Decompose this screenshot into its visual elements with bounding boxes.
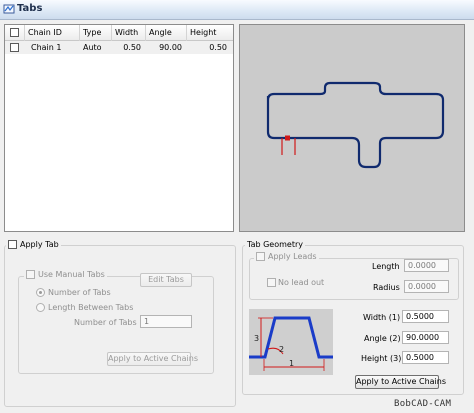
cell-width: 0.50 <box>123 43 141 52</box>
tabs-window-icon <box>3 4 15 14</box>
diagram-label-height: 3 <box>254 334 259 343</box>
no-lead-out-label: No lead out <box>278 278 325 287</box>
use-manual-tabs-label: Use Manual Tabs <box>38 270 105 279</box>
diagram-label-angle: 2 <box>279 345 284 354</box>
cell-chain-id: Chain 1 <box>31 43 62 52</box>
table-row[interactable]: Chain 1 Auto 0.50 90.00 0.50 <box>5 41 233 54</box>
angle-input[interactable]: 90.0000 <box>402 331 449 344</box>
toolpath-preview <box>239 24 465 232</box>
width-label: Width (1) <box>363 313 401 322</box>
apply-tab-header: Apply Tab <box>6 239 61 251</box>
chains-grid: Chain ID Type Width Angle Height Chain 1… <box>4 24 234 232</box>
chain-path <box>266 81 445 169</box>
number-of-tabs-radio-label: Number of Tabs <box>48 288 111 297</box>
length-input[interactable]: 0.0000 <box>404 259 449 272</box>
cell-angle: 90.00 <box>159 43 182 52</box>
cell-type: Auto <box>83 43 102 52</box>
select-all-checkbox[interactable] <box>10 28 19 37</box>
use-manual-tabs-header: Use Manual Tabs <box>24 269 107 281</box>
angle-label: Angle (2) <box>364 334 401 343</box>
apply-leads-label: Apply Leads <box>268 252 317 261</box>
diagram-label-width: 1 <box>289 359 294 368</box>
grid-header: Chain ID Type Width Angle Height <box>5 25 233 41</box>
column-header-type[interactable]: Type <box>80 25 112 41</box>
header-select-cell <box>5 25 25 41</box>
number-of-tabs-field-label: Number of Tabs <box>74 318 137 327</box>
width-input[interactable]: 0.5000 <box>402 310 449 323</box>
number-of-tabs-radio[interactable] <box>36 288 45 297</box>
row-select-checkbox[interactable] <box>10 43 19 52</box>
radius-input[interactable]: 0.0000 <box>404 280 449 293</box>
tab-geometry-title: Tab Geometry <box>245 239 305 251</box>
use-manual-tabs-checkbox[interactable] <box>26 270 35 279</box>
height-label: Height (3) <box>361 354 402 363</box>
title-bar: Tabs <box>0 0 474 20</box>
no-lead-out-checkbox[interactable] <box>267 278 276 287</box>
number-of-tabs-input[interactable]: 1 <box>140 315 192 328</box>
column-header-angle[interactable]: Angle <box>146 25 187 41</box>
length-between-tabs-label: Length Between Tabs <box>48 303 134 312</box>
apply-leads-checkbox[interactable] <box>256 252 265 261</box>
column-header-width[interactable]: Width <box>112 25 146 41</box>
length-label: Length <box>372 262 400 271</box>
apply-leads-header: Apply Leads <box>254 251 319 263</box>
window-title: Tabs <box>17 3 43 14</box>
edit-tabs-button[interactable]: Edit Tabs <box>140 273 192 287</box>
chain-start-marker <box>285 135 290 141</box>
apply-tab-checkbox[interactable] <box>8 240 17 249</box>
column-header-height[interactable]: Height <box>187 25 233 41</box>
height-input[interactable]: 0.5000 <box>402 351 449 364</box>
column-header-chain-id[interactable]: Chain ID <box>25 25 80 41</box>
radius-label: Radius <box>373 283 400 292</box>
apply-tab-label: Apply Tab <box>20 240 59 249</box>
apply-to-active-chains-button-right[interactable]: Apply to Active Chains <box>355 375 446 389</box>
cell-height: 0.50 <box>209 43 227 52</box>
apply-to-active-chains-button-left[interactable]: Apply to Active Chains <box>107 352 198 366</box>
length-between-tabs-radio[interactable] <box>36 303 45 312</box>
tab-geometry-diagram: 3 2 1 <box>249 309 333 375</box>
bobcad-watermark: BobCAD-CAM <box>394 399 452 409</box>
toolpath-drawing <box>266 81 445 169</box>
